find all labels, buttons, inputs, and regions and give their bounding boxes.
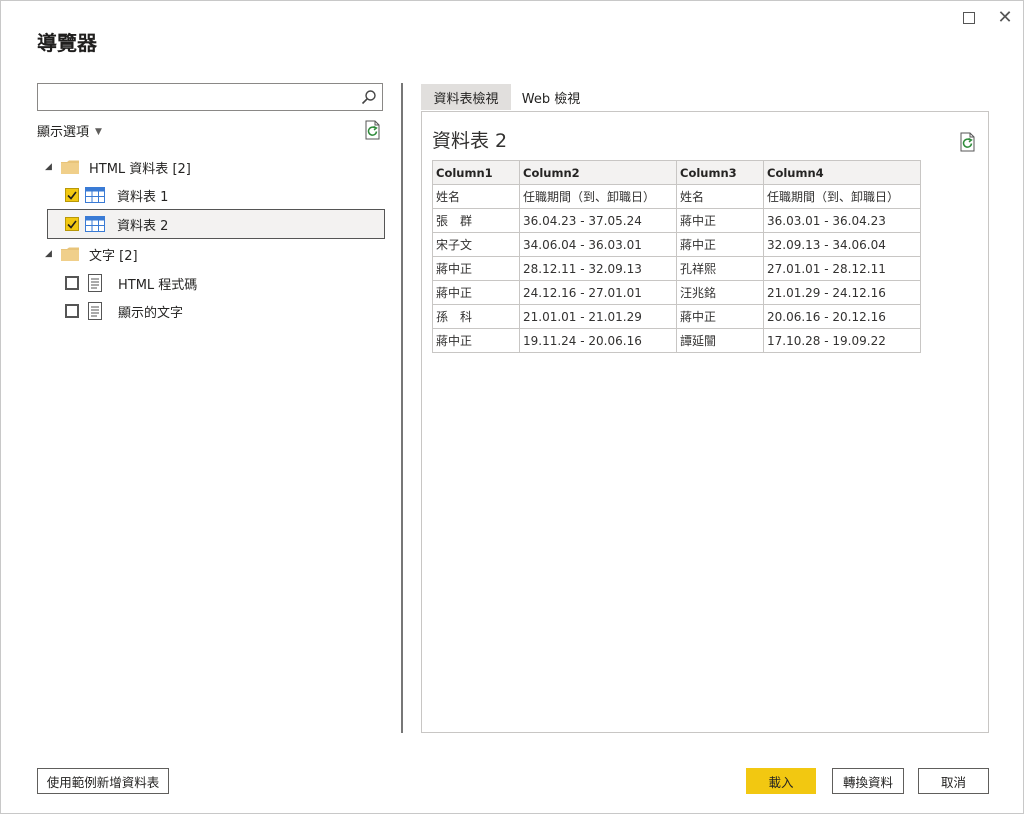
table-cell: 姓名 <box>432 184 520 209</box>
tree-item-label: 顯示的文字 <box>118 305 184 321</box>
close-button[interactable]: ✕ <box>995 9 1015 27</box>
display-options-dropdown[interactable]: 顯示選項 ▼ <box>37 121 102 140</box>
table-row: 蔣中正 28.12.11 - 32.09.13 孔祥熙 27.01.01 - 2… <box>432 256 921 281</box>
table-cell: 36.03.01 - 36.04.23 <box>763 208 921 233</box>
text-doc-icon <box>88 302 102 320</box>
tree-item-label: 資料表 1 <box>117 189 169 205</box>
maximize-icon <box>963 12 975 24</box>
table-cell: 蔣中正 <box>676 232 764 257</box>
window-title: 導覽器 <box>37 31 97 55</box>
search-box <box>37 83 383 111</box>
expand-triangle-icon[interactable]: ◢ <box>45 163 53 172</box>
cancel-button[interactable]: 取消 <box>918 768 989 794</box>
table-cell: 19.11.24 - 20.06.16 <box>519 328 677 353</box>
table-cell: 28.12.11 - 32.09.13 <box>519 256 677 281</box>
checkmark-icon <box>67 191 77 200</box>
refresh-icon[interactable] <box>364 120 382 140</box>
table-cell: 蔣中正 <box>432 328 520 353</box>
tree-item-label: HTML 程式碼 <box>118 277 198 293</box>
search-input[interactable] <box>38 84 358 110</box>
checkbox-checked[interactable] <box>65 188 79 202</box>
column-header[interactable]: Column2 <box>519 160 677 185</box>
table-cell: 17.10.28 - 19.09.22 <box>763 328 921 353</box>
tab-table-view[interactable]: 資料表檢視 <box>421 84 511 110</box>
table-cell: 21.01.29 - 24.12.16 <box>763 280 921 305</box>
refresh-icon[interactable] <box>959 132 977 152</box>
checkbox-checked[interactable] <box>65 217 79 231</box>
table-icon <box>85 216 105 232</box>
table-cell: 宋子文 <box>432 232 520 257</box>
column-header[interactable]: Column4 <box>763 160 921 185</box>
column-header[interactable]: Column3 <box>676 160 764 185</box>
tree-folder-text[interactable]: ◢ 文字 [2] <box>45 240 138 268</box>
display-options-label: 顯示選項 <box>37 125 90 140</box>
table-cell: 34.06.04 - 36.03.01 <box>519 232 677 257</box>
table-cell: 任職期間（到、卸職日） <box>519 184 677 209</box>
table-row: 蔣中正 19.11.24 - 20.06.16 譚延闓 17.10.28 - 1… <box>432 328 921 353</box>
table-cell: 孔祥熙 <box>676 256 764 281</box>
column-header[interactable]: Column1 <box>432 160 520 185</box>
load-button[interactable]: 載入 <box>746 768 816 794</box>
folder-icon <box>61 247 79 261</box>
tree-folder-label: HTML 資料表 [2] <box>89 161 191 177</box>
table-cell: 汪兆銘 <box>676 280 764 305</box>
chevron-down-icon: ▼ <box>95 127 102 137</box>
maximize-button[interactable] <box>959 9 979 27</box>
table-cell: 24.12.16 - 27.01.01 <box>519 280 677 305</box>
table-cell: 任職期間（到、卸職日） <box>763 184 921 209</box>
tree-item-label: 資料表 2 <box>117 218 169 234</box>
checkbox-unchecked[interactable] <box>65 304 79 318</box>
tree-item-table-2[interactable]: 資料表 2 <box>65 210 168 238</box>
checkbox-unchecked[interactable] <box>65 276 79 290</box>
table-cell: 27.01.01 - 28.12.11 <box>763 256 921 281</box>
expand-triangle-icon[interactable]: ◢ <box>45 250 53 259</box>
tree-item-display-text[interactable]: 顯示的文字 <box>65 297 183 325</box>
table-row: 張 群 36.04.23 - 37.05.24 蔣中正 36.03.01 - 3… <box>432 208 921 233</box>
navigator-window: 導覽器 ✕ 顯示選項 ▼ ◢ HTML 資料表 [2] 資料表 1 資料表 2 … <box>0 0 1024 814</box>
table-cell: 蔣中正 <box>676 304 764 329</box>
preview-table: Column1 Column2 Column3 Column4 姓名 任職期間（… <box>432 160 921 353</box>
tree-folder-label: 文字 [2] <box>89 248 138 264</box>
table-row: 宋子文 34.06.04 - 36.03.01 蔣中正 32.09.13 - 3… <box>432 232 921 257</box>
add-table-using-examples-button[interactable]: 使用範例新增資料表 <box>37 768 169 794</box>
tab-web-view[interactable]: Web 檢視 <box>513 84 589 110</box>
folder-icon <box>61 160 79 174</box>
table-cell: 姓名 <box>676 184 764 209</box>
checkmark-icon <box>67 220 77 229</box>
table-cell: 32.09.13 - 34.06.04 <box>763 232 921 257</box>
tree-folder-html-tables[interactable]: ◢ HTML 資料表 [2] <box>45 153 191 181</box>
tree-item-html-code[interactable]: HTML 程式碼 <box>65 269 197 297</box>
text-doc-icon <box>88 274 102 292</box>
table-cell: 蔣中正 <box>432 280 520 305</box>
table-cell: 蔣中正 <box>676 208 764 233</box>
close-icon: ✕ <box>997 7 1013 28</box>
preview-pane: 資料表 2 Column1 Column2 Column3 Column4 姓名… <box>421 111 989 733</box>
preview-title: 資料表 2 <box>432 130 508 152</box>
table-row: 蔣中正 24.12.16 - 27.01.01 汪兆銘 21.01.29 - 2… <box>432 280 921 305</box>
table-icon <box>85 187 105 203</box>
table-cell: 孫 科 <box>432 304 520 329</box>
table-cell: 20.06.16 - 20.12.16 <box>763 304 921 329</box>
table-cell: 譚延闓 <box>676 328 764 353</box>
table-cell: 36.04.23 - 37.05.24 <box>519 208 677 233</box>
table-row: 姓名 任職期間（到、卸職日） 姓名 任職期間（到、卸職日） <box>432 184 921 209</box>
table-row: 孫 科 21.01.01 - 21.01.29 蔣中正 20.06.16 - 2… <box>432 304 921 329</box>
tree-item-table-1[interactable]: 資料表 1 <box>65 181 168 209</box>
search-icon[interactable] <box>361 89 377 105</box>
table-cell: 張 群 <box>432 208 520 233</box>
table-cell: 21.01.01 - 21.01.29 <box>519 304 677 329</box>
transform-data-button[interactable]: 轉換資料 <box>832 768 904 794</box>
pane-splitter[interactable] <box>401 83 403 733</box>
table-cell: 蔣中正 <box>432 256 520 281</box>
table-header-row: Column1 Column2 Column3 Column4 <box>432 160 921 185</box>
